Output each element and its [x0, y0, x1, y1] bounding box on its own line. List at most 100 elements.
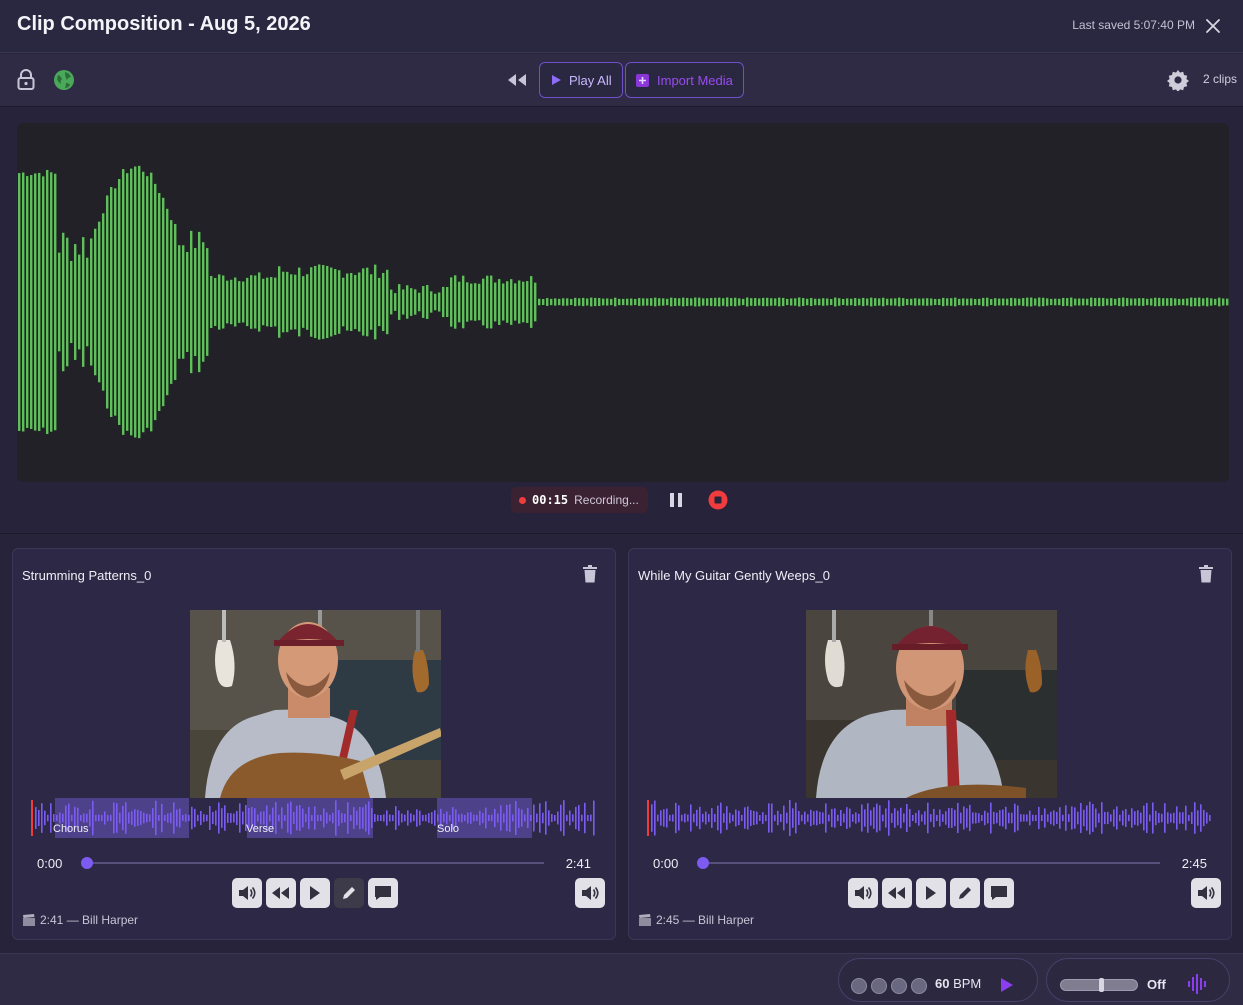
rewind-icon[interactable]: [505, 68, 529, 92]
waveform-bar: [970, 298, 973, 306]
clip-waveform[interactable]: Chorus Verse Solo: [31, 798, 597, 838]
waveform-bar: [173, 802, 175, 834]
waveform-bar: [657, 814, 659, 822]
seek-handle[interactable]: [697, 857, 709, 869]
rewind-icon[interactable]: [882, 878, 912, 908]
waveform-bar: [287, 803, 289, 833]
waveform-bar: [293, 812, 295, 824]
waveform-bar: [942, 814, 944, 822]
waveform-bar: [951, 808, 953, 828]
pause-icon[interactable]: [668, 491, 684, 509]
waveform-bar: [849, 808, 851, 828]
waveform-bar: [467, 812, 469, 824]
lock-icon[interactable]: [14, 68, 38, 92]
waveform-bar: [1086, 298, 1089, 306]
pencil-icon[interactable]: [950, 878, 980, 908]
mix-slider[interactable]: [1060, 978, 1138, 992]
gear-icon[interactable]: [1166, 68, 1190, 92]
seek-track[interactable]: [86, 862, 544, 864]
pencil-icon[interactable]: [334, 878, 364, 908]
close-icon[interactable]: [1203, 16, 1223, 36]
waveform-bar: [867, 803, 869, 833]
video-thumbnail[interactable]: [190, 610, 441, 798]
waveform-bar: [482, 812, 484, 824]
trash-icon[interactable]: [582, 565, 598, 583]
waveform-bar: [1094, 298, 1097, 306]
waveform-bar: [305, 813, 307, 823]
metronome-play-icon[interactable]: [1000, 977, 1016, 993]
waveform-bar: [1149, 814, 1151, 822]
waveform-bar: [813, 811, 815, 825]
waveform-bar: [140, 811, 142, 825]
volume-icon[interactable]: [232, 878, 262, 908]
waveform-bar: [804, 811, 806, 825]
waveform-bar: [1098, 297, 1101, 307]
waveform-bar: [152, 808, 154, 828]
waveform-bar: [30, 175, 33, 429]
waveform-bar: [714, 297, 717, 307]
waveform-bar: [876, 803, 878, 833]
waveform-bar: [500, 805, 502, 831]
clip-waveform[interactable]: [647, 798, 1213, 838]
waveform-bar: [330, 267, 333, 337]
audio-wave-icon[interactable]: [1187, 973, 1209, 995]
waveform-bar: [275, 802, 277, 834]
seek-handle[interactable]: [81, 857, 93, 869]
waveform-bar: [322, 265, 325, 339]
waveform-bar: [191, 806, 193, 830]
waveform-bar: [768, 803, 770, 833]
waveform-bar: [1113, 809, 1115, 827]
mix-slider-handle[interactable]: [1099, 978, 1104, 992]
comment-icon[interactable]: [368, 878, 398, 908]
rewind-icon[interactable]: [266, 878, 296, 908]
waveform-bar: [730, 298, 733, 306]
waveform-bar: [1002, 809, 1004, 827]
play-all-button[interactable]: Play All: [539, 62, 623, 98]
waveform-bar: [792, 808, 794, 828]
waveform-bar: [221, 808, 223, 828]
import-media-button[interactable]: Import Media: [625, 62, 744, 98]
waveform-bar: [903, 813, 905, 823]
waveform-bar: [975, 812, 977, 824]
waveform-bar: [491, 814, 493, 822]
seek-track[interactable]: [702, 862, 1160, 864]
waveform-bar: [176, 809, 178, 827]
waveform-bar: [1023, 814, 1025, 822]
waveform-bar: [818, 298, 821, 306]
waveform-bar: [650, 298, 653, 306]
waveform-bar: [35, 807, 37, 829]
bpm-display[interactable]: 60 BPM: [935, 976, 981, 991]
video-thumbnail[interactable]: [806, 610, 1057, 798]
comment-icon[interactable]: [984, 878, 1014, 908]
waveform-bar: [1005, 806, 1007, 830]
waveform-bar: [311, 814, 313, 822]
waveform-bar: [425, 814, 427, 822]
master-volume-icon[interactable]: [1191, 878, 1221, 908]
waveform-bar: [335, 800, 337, 836]
waveform-bar: [50, 172, 53, 432]
waveform-bar: [562, 298, 565, 306]
waveform-bar: [18, 173, 21, 431]
stop-record-icon[interactable]: [708, 490, 728, 510]
master-volume-icon[interactable]: [575, 878, 605, 908]
waveform-bar: [978, 298, 981, 306]
waveform-bar: [646, 298, 649, 306]
play-icon[interactable]: [916, 878, 946, 908]
waveform-bar: [227, 813, 229, 823]
waveform-bar: [418, 292, 421, 312]
waveform-bar: [1034, 298, 1037, 306]
waveform-bar: [542, 812, 544, 824]
waveform-bar: [1170, 813, 1172, 823]
globe-icon[interactable]: [52, 68, 76, 92]
waveform-bar: [1146, 803, 1148, 833]
volume-icon[interactable]: [848, 878, 878, 908]
waveform-bar: [278, 266, 281, 338]
waveform-bar: [906, 298, 909, 306]
waveform-bar: [1017, 805, 1019, 831]
trash-icon[interactable]: [1198, 565, 1214, 583]
waveform-bar: [1209, 814, 1211, 822]
play-icon[interactable]: [300, 878, 330, 908]
waveform-bar: [963, 806, 965, 830]
waveform-bar: [266, 277, 269, 327]
recording-waveform-panel: [17, 123, 1229, 482]
